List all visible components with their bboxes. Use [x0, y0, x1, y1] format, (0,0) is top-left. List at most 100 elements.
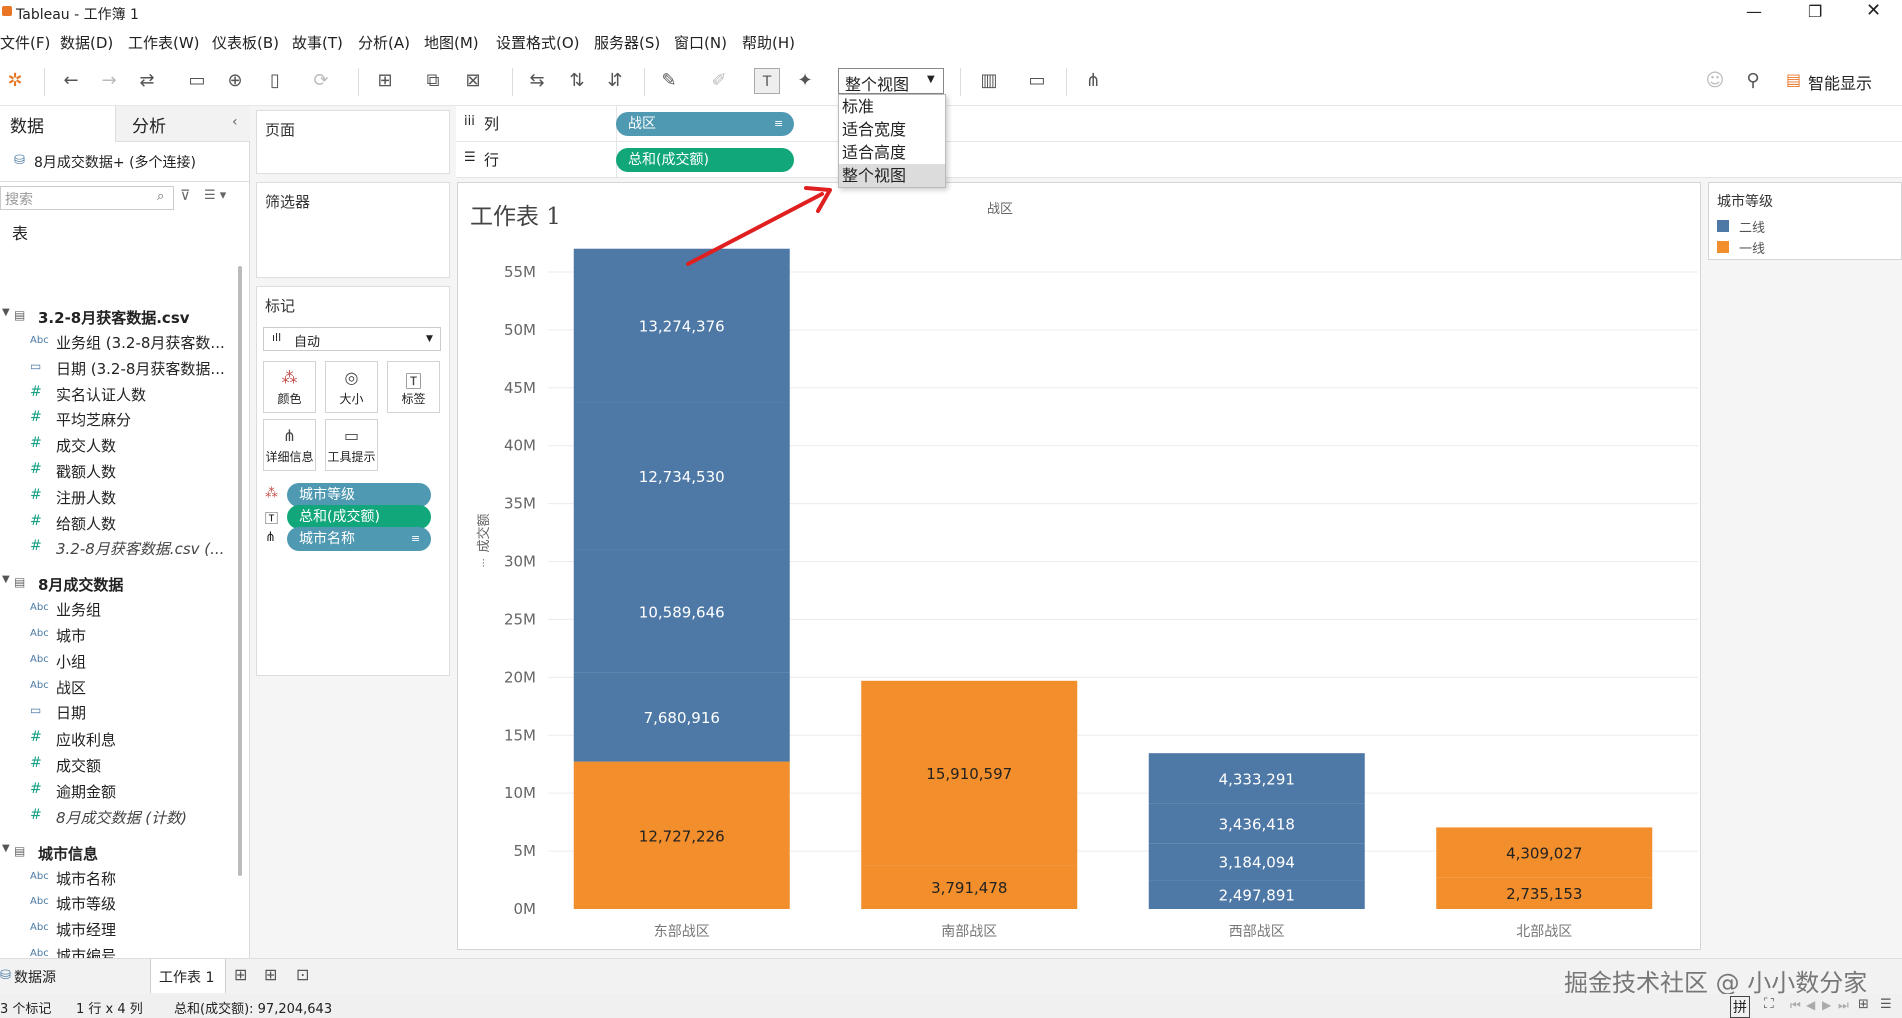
sort-ascending-icon[interactable]: ⇅	[564, 68, 590, 94]
restore-icon[interactable]: ❐	[1808, 2, 1822, 21]
presentation-icon[interactable]: ▭	[1024, 68, 1050, 94]
label-button[interactable]: 🅃 标签	[387, 361, 440, 413]
collapse-icon[interactable]: ‹	[232, 114, 238, 130]
new-dashboard-icon[interactable]: ⊞	[264, 965, 277, 984]
first-sheet-icon[interactable]: ⏮	[1790, 998, 1801, 1013]
detail-button[interactable]: ⋔ 详细信息	[263, 419, 316, 471]
columns-region-pill[interactable]: 战区 ≡	[616, 112, 794, 136]
field-item[interactable]: Abc 业务组	[0, 598, 230, 622]
format-painter-icon[interactable]: ⚲	[1740, 68, 1766, 94]
menu-story[interactable]: 故事(T)	[292, 32, 343, 53]
show-me-button[interactable]: 智能显示	[1808, 70, 1872, 94]
menu-format[interactable]: 设置格式(O)	[496, 32, 580, 53]
menu-help[interactable]: 帮助(H)	[742, 32, 795, 53]
menu-map[interactable]: 地图(M)	[424, 32, 479, 53]
close-icon[interactable]: ✕	[1866, 0, 1881, 21]
field-item[interactable]: ▭ 日期	[0, 701, 230, 725]
show-me-icon[interactable]: ▤	[1786, 70, 1801, 89]
field-item[interactable]: #3.2-8月获客数据.csv (...	[0, 537, 230, 561]
minimize-icon[interactable]: —	[1746, 2, 1762, 21]
new-worksheet-icon[interactable]: ⊞	[234, 965, 247, 984]
expand-icon[interactable]: ▼	[2, 843, 10, 854]
field-item[interactable]: Abc 城市经理	[0, 918, 230, 942]
menu-dashboard[interactable]: 仪表板(B)	[212, 32, 279, 53]
field-item[interactable]: Abc 城市	[0, 624, 230, 648]
show-cards-icon[interactable]: ▥	[976, 68, 1002, 94]
group-icon[interactable]: ✐	[706, 68, 732, 94]
list-view-icon[interactable]: ☰	[1880, 997, 1892, 1012]
input-method-icon[interactable]: 拼	[1730, 996, 1750, 1018]
sort-descending-icon[interactable]: ⇵	[602, 68, 628, 94]
datasource-tab[interactable]: 数据源	[14, 967, 56, 987]
sum-amount-label-pill[interactable]: 总和(成交额)	[287, 505, 431, 529]
undo-icon[interactable]: ←	[58, 68, 84, 94]
columns-shelf[interactable]: iii 列 战区 ≡	[456, 106, 1902, 142]
dropdown-option-standard[interactable]: 标准	[839, 95, 945, 118]
field-item[interactable]: # 给额人数	[0, 512, 230, 536]
analysis-tab[interactable]: 分析 ‹	[116, 106, 250, 142]
data-tab[interactable]: 数据	[0, 106, 116, 142]
field-item[interactable]: # 实名认证人数	[0, 383, 230, 407]
new-datasource-icon[interactable]: ⊕	[222, 68, 248, 94]
size-button[interactable]: ◎ 大小	[325, 361, 378, 413]
expand-icon[interactable]: ▼	[2, 574, 10, 585]
redo-icon[interactable]: →	[96, 68, 122, 94]
sheet-tab[interactable]: 工作表 1	[150, 959, 226, 993]
field-item[interactable]: # 逾期金额	[0, 780, 230, 804]
filters-card[interactable]: 筛选器	[256, 182, 450, 278]
grid-view-icon[interactable]: ⊞	[1858, 997, 1869, 1012]
save-icon[interactable]: ▭	[184, 68, 210, 94]
menu-data[interactable]: 数据(D)	[60, 32, 113, 53]
tableau-logo-icon[interactable]: ✲	[2, 68, 28, 94]
rows-shelf[interactable]: ☰ 行 总和(成交额)	[456, 142, 1902, 178]
field-item[interactable]: # 成交人数	[0, 434, 230, 458]
table-group[interactable]: ▼ ▤ 3.2-8月获客数据.csv	[0, 306, 230, 330]
menu-analysis[interactable]: 分析(A)	[358, 32, 410, 53]
color-button[interactable]: ⁂ 颜色	[263, 361, 316, 413]
menu-window[interactable]: 窗口(N)	[674, 32, 727, 53]
clear-sheet-icon[interactable]: ⊠	[460, 68, 486, 94]
pause-update-icon[interactable]: ▯	[262, 68, 288, 94]
city-level-pill[interactable]: 城市等级	[287, 483, 431, 507]
new-worksheet-icon[interactable]: ⊞	[372, 68, 398, 94]
menu-server[interactable]: 服务器(S)	[594, 32, 660, 53]
field-item[interactable]: #8月成交数据 (计数)	[0, 806, 230, 830]
dropdown-option-fit-height[interactable]: 适合高度	[839, 141, 945, 164]
table-group[interactable]: ▼ ▤ 8月成交数据	[0, 573, 230, 597]
table-group[interactable]: ▼ ▤ 城市信息	[0, 842, 230, 866]
view-options-icon[interactable]: ☰ ▾	[204, 188, 226, 203]
fit-icon[interactable]: ⛶	[1764, 996, 1774, 1012]
field-item[interactable]: # 平均芝麻分	[0, 408, 230, 432]
field-list-scrollbar[interactable]	[238, 266, 242, 876]
prev-sheet-icon[interactable]: ◀	[1806, 998, 1815, 1012]
swap-icon[interactable]: ⇄	[134, 68, 160, 94]
pages-card[interactable]: 页面	[256, 110, 450, 174]
pin-icon[interactable]: ✦	[792, 68, 818, 94]
show-labels-icon[interactable]: T	[754, 68, 780, 94]
field-item[interactable]: # 应收利息	[0, 728, 230, 752]
view-size-select[interactable]: 整个视图 ▼	[838, 68, 944, 94]
duplicate-icon[interactable]: ⧉	[420, 68, 446, 94]
ask-data-icon[interactable]: ☺	[1702, 68, 1728, 94]
mark-type-select[interactable]: ıll 自动 ▼	[263, 327, 441, 351]
field-item[interactable]: # 注册人数	[0, 486, 230, 510]
field-item[interactable]: ▭ 日期 (3.2-8月获客数据...	[0, 357, 230, 381]
field-item[interactable]: # 成交额	[0, 754, 230, 778]
datasource-row[interactable]: ⛁ 8月成交数据+ (多个连接)	[0, 142, 250, 182]
swap-rows-columns-icon[interactable]: ⇆	[524, 68, 550, 94]
next-sheet-icon[interactable]: ▶	[1822, 998, 1831, 1012]
share-icon[interactable]: ⋔	[1080, 68, 1106, 94]
expand-icon[interactable]: ▼	[2, 307, 10, 318]
tooltip-button[interactable]: ▭ 工具提示	[325, 419, 378, 471]
menu-worksheet[interactable]: 工作表(W)	[128, 32, 200, 53]
legend-item-tier1[interactable]: 一线	[1717, 238, 1897, 257]
search-input[interactable]: 搜索 ⌕	[0, 186, 174, 210]
menu-file[interactable]: 文件(F)	[0, 32, 50, 53]
field-item[interactable]: Abc 战区	[0, 676, 230, 700]
dropdown-option-fit-width[interactable]: 适合宽度	[839, 118, 945, 141]
field-item[interactable]: Abc 业务组 (3.2-8月获客数...	[0, 331, 230, 355]
legend-item-tier2[interactable]: 二线	[1717, 217, 1897, 236]
filter-icon[interactable]: ⊽	[180, 188, 190, 204]
field-item[interactable]: Abc 城市等级	[0, 892, 230, 916]
highlight-icon[interactable]: ✎	[656, 68, 682, 94]
